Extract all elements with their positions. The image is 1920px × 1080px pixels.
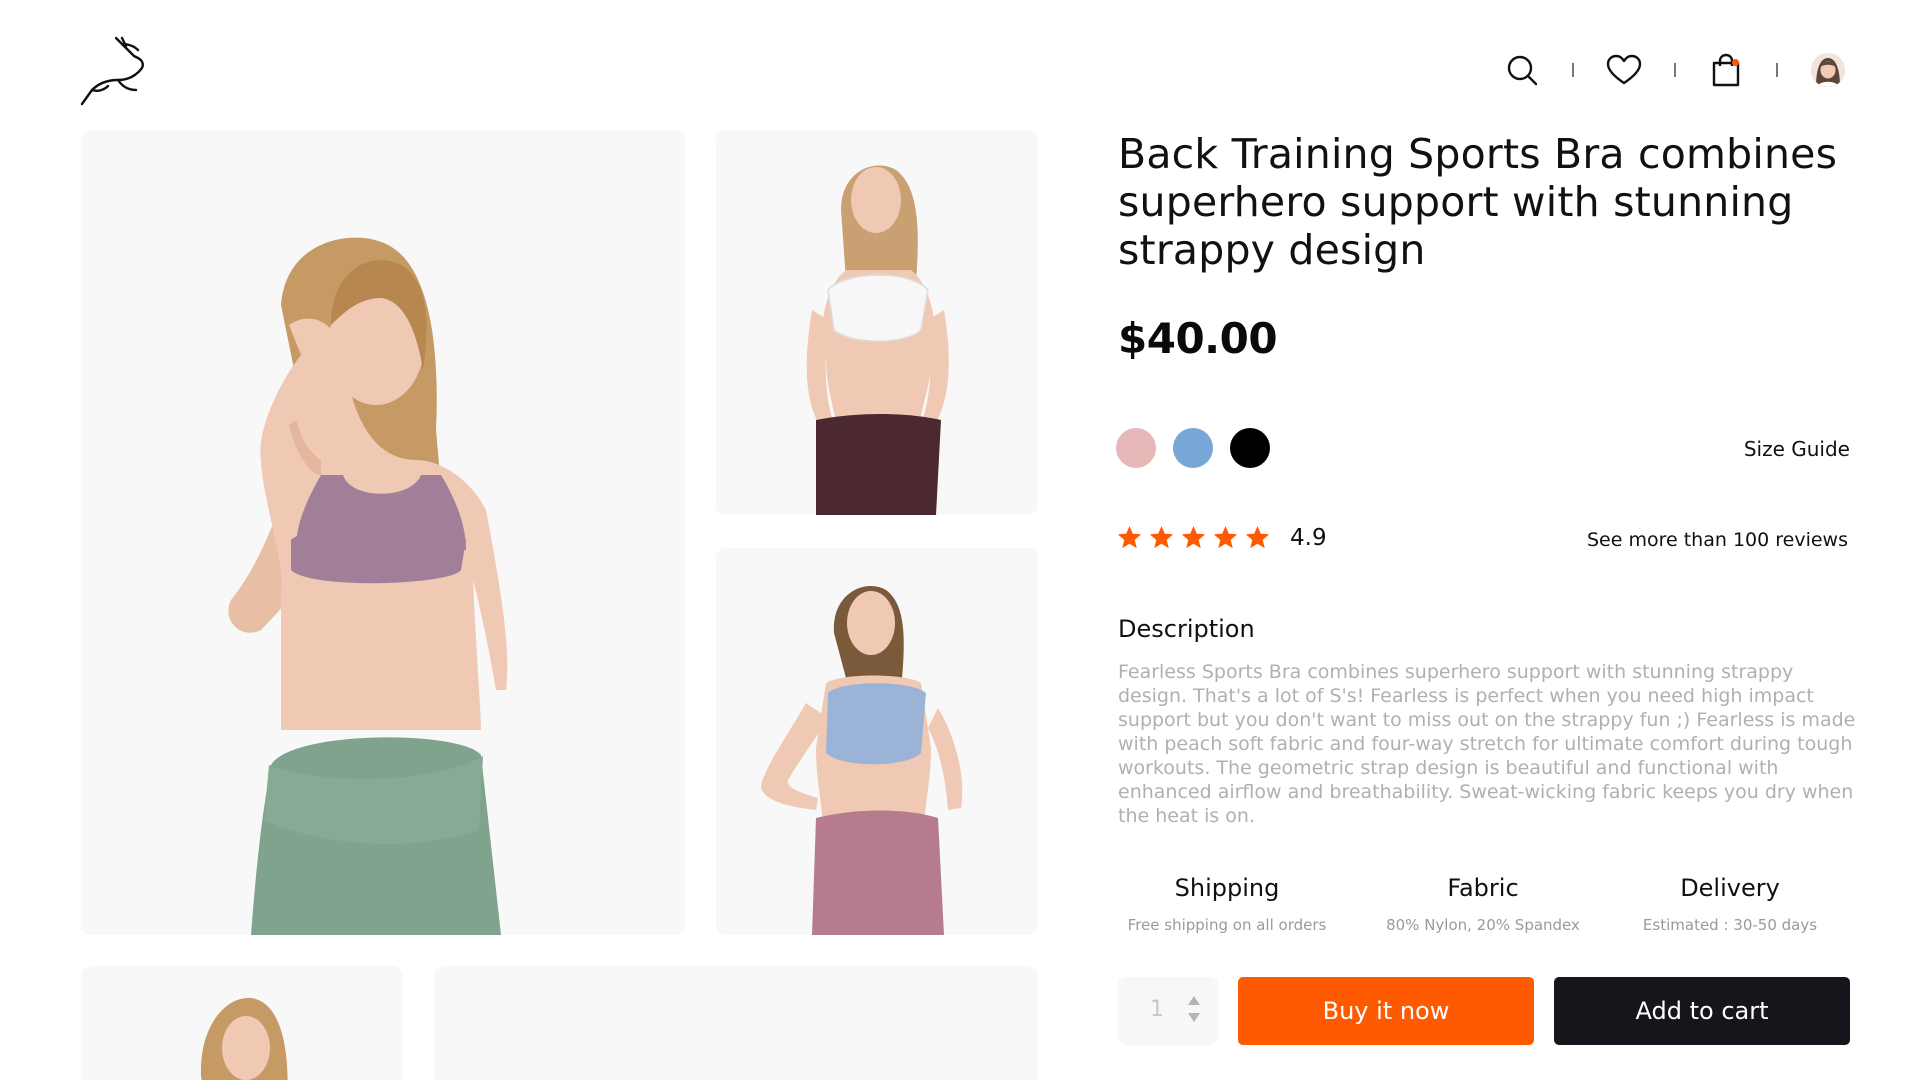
quantity-increase-icon[interactable] xyxy=(1188,996,1200,1005)
product-title: Back Training Sports Bra combines superh… xyxy=(1118,130,1838,274)
star-icon xyxy=(1117,526,1142,549)
feature-title: Shipping xyxy=(1174,874,1280,902)
user-avatar[interactable] xyxy=(1808,50,1848,90)
quantity-value[interactable]: 1 xyxy=(1150,997,1164,1022)
product-image-thumb-1[interactable] xyxy=(716,130,1038,515)
nav-divider xyxy=(1776,63,1778,77)
quantity-decrease-icon[interactable] xyxy=(1188,1013,1200,1022)
color-swatch-blue[interactable] xyxy=(1173,428,1213,468)
star-icon xyxy=(1149,526,1174,549)
gazelle-logo[interactable] xyxy=(78,34,150,106)
feature-subtitle: Estimated : 30-50 days xyxy=(1642,916,1818,934)
color-swatch-pink[interactable] xyxy=(1116,428,1156,468)
product-image-main[interactable] xyxy=(81,130,685,935)
bag-icon[interactable] xyxy=(1706,50,1746,90)
header-nav xyxy=(1502,50,1848,90)
product-image-thumb-3[interactable] xyxy=(81,966,403,1080)
buy-now-button[interactable]: Buy it now xyxy=(1238,977,1534,1045)
nav-divider xyxy=(1572,63,1574,77)
feature-delivery: Delivery Estimated : 30-50 days xyxy=(1638,874,1822,934)
color-swatches xyxy=(1116,428,1270,468)
rating-value: 4.9 xyxy=(1290,524,1327,551)
cart-indicator-dot xyxy=(1732,59,1739,66)
feature-fabric: Fabric 80% Nylon, 20% Spandex xyxy=(1383,874,1583,934)
product-image-wide[interactable] xyxy=(434,966,1038,1080)
heart-icon[interactable] xyxy=(1604,50,1644,90)
star-icon xyxy=(1181,526,1206,549)
color-swatch-black[interactable] xyxy=(1230,428,1270,468)
add-to-cart-button[interactable]: Add to cart xyxy=(1554,977,1850,1045)
feature-subtitle: Free shipping on all orders xyxy=(1127,916,1327,934)
product-price: $40.00 xyxy=(1118,314,1278,363)
quantity-stepper[interactable]: 1 xyxy=(1118,977,1218,1045)
feature-subtitle: 80% Nylon, 20% Spandex xyxy=(1386,916,1580,934)
description-heading: Description xyxy=(1118,615,1255,643)
feature-title: Delivery xyxy=(1680,874,1780,902)
star-icon xyxy=(1245,526,1270,549)
size-guide-link[interactable]: Size Guide xyxy=(1744,437,1850,461)
rating: 4.9 xyxy=(1116,524,1327,551)
description-text: Fearless Sports Bra combines superhero s… xyxy=(1118,661,1856,827)
nav-divider xyxy=(1674,63,1676,77)
product-image-thumb-2[interactable] xyxy=(716,548,1038,935)
search-icon[interactable] xyxy=(1502,50,1542,90)
avatar xyxy=(1811,53,1845,87)
reviews-link[interactable]: See more than 100 reviews xyxy=(1587,529,1848,551)
star-icon xyxy=(1213,526,1238,549)
feature-title: Fabric xyxy=(1447,874,1519,902)
feature-shipping: Shipping Free shipping on all orders xyxy=(1118,874,1336,934)
